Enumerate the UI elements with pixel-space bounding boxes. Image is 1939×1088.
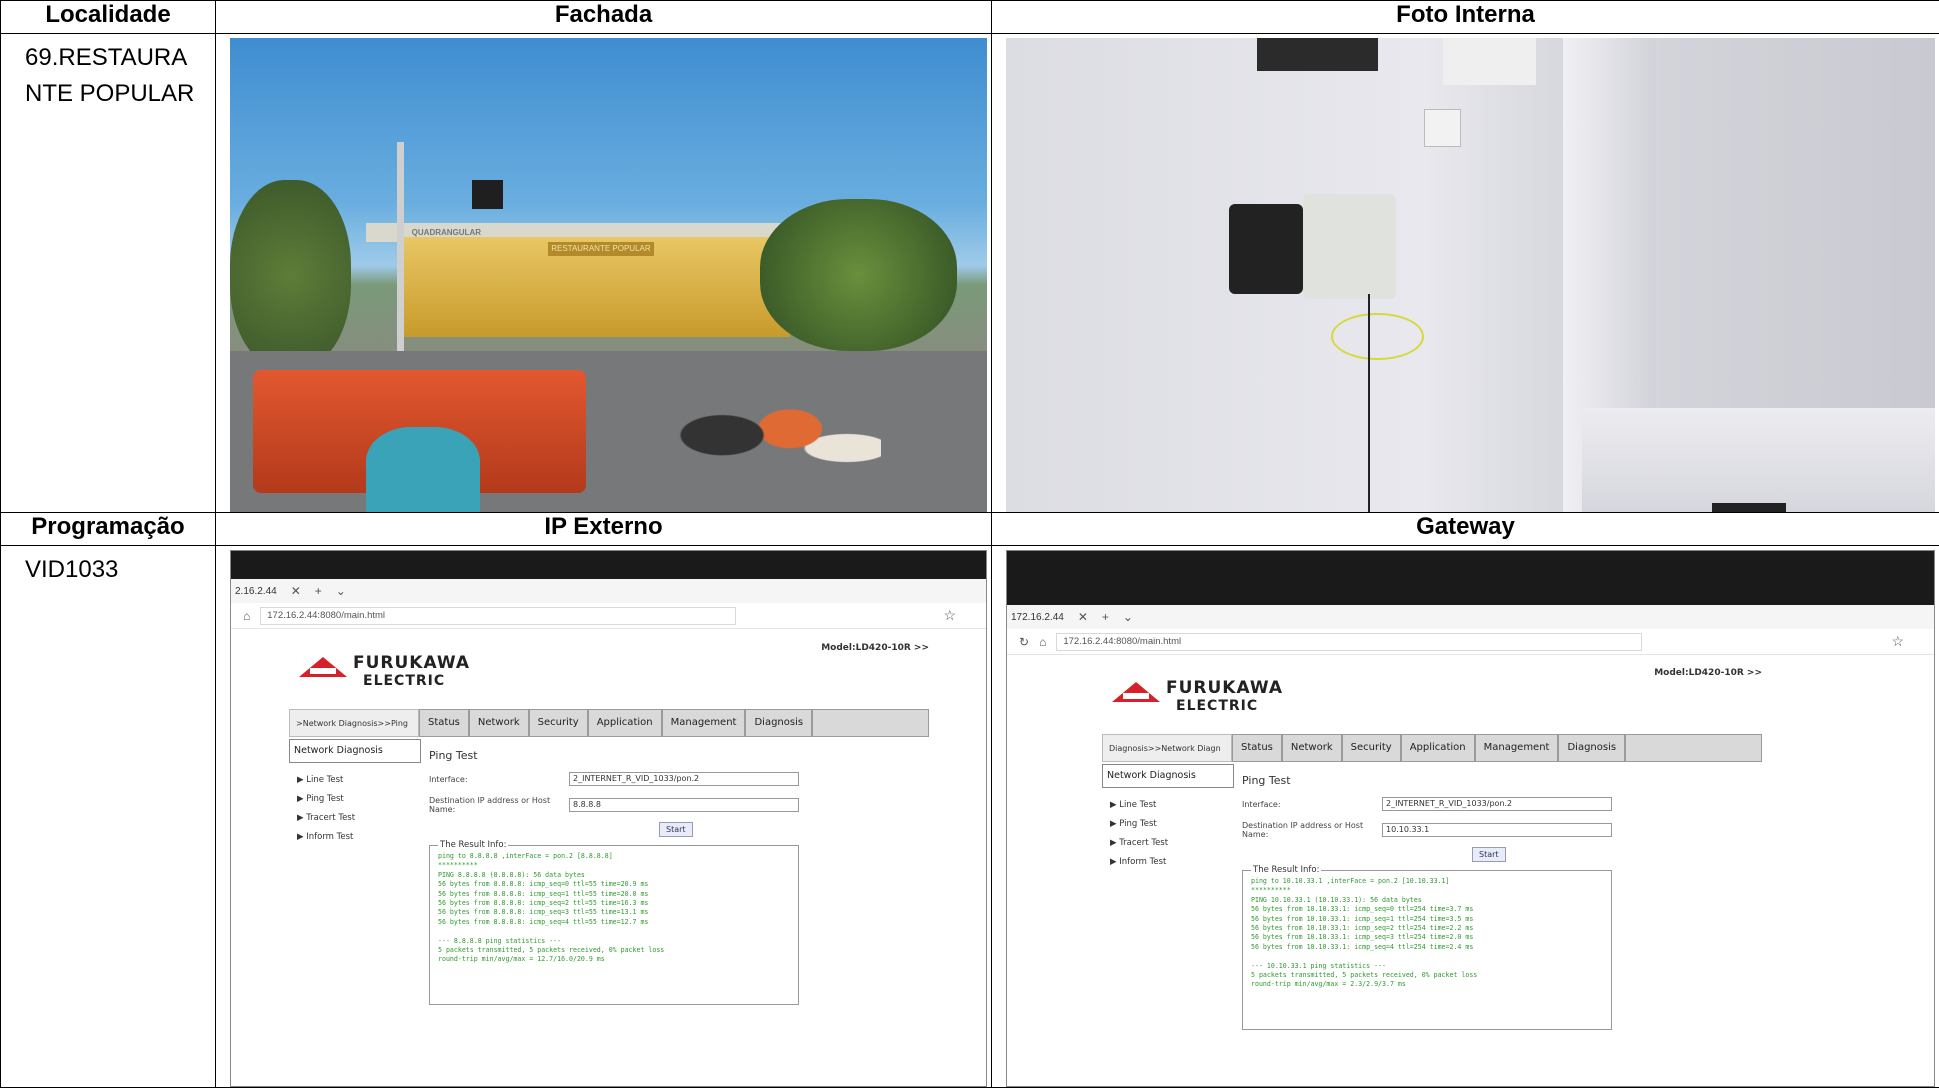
header-facade: Fachada <box>216 1 992 34</box>
breadcrumb: Diagnosis>>Network Diagn <box>1102 734 1232 762</box>
interface-label: Interface: <box>429 775 569 784</box>
start-button: Start <box>1472 847 1506 862</box>
interface-label: Interface: <box>1242 800 1382 809</box>
destination-field: 10.10.33.1 <box>1382 823 1612 837</box>
side-item-ping-test: ▶ Ping Test <box>297 790 421 809</box>
result-box: The Result Info: ping to 10.10.33.1 ,int… <box>1242 870 1612 1030</box>
menu-diagnosis: Diagnosis <box>745 709 812 737</box>
locality-value-line2: NTE POPULAR <box>25 76 201 112</box>
star-icon: ☆ <box>943 607 956 624</box>
address-bar: 172.16.2.44:8080/main.html <box>1056 633 1642 651</box>
destination-label: Destination IP address or Host Name: <box>429 796 569 814</box>
menu-management: Management <box>662 709 746 737</box>
side-item-tracert-test: ▶ Tracert Test <box>297 809 421 828</box>
refresh-icon: ↻ <box>1019 635 1029 649</box>
close-icon: ✕ <box>1078 610 1088 624</box>
breadcrumb: >Network Diagnosis>>Ping <box>289 709 419 737</box>
browser-tab: 2.16.2.44 <box>235 586 277 597</box>
facade-photo: RESTAURANTE POPULAR QUADRANGULAR <box>230 38 987 512</box>
logo-line2: ELECTRIC <box>363 673 445 689</box>
header-internal-photo: Foto Interna <box>992 1 1939 34</box>
destination-label: Destination IP address or Host Name: <box>1242 821 1382 839</box>
external-ip-screenshot: 2.16.2.44 ✕ + ⌄ ⌂ 172.16.2.44:8080/main.htm… <box>230 550 987 1087</box>
furukawa-logo: FURUKAWA ELECTRIC <box>299 651 459 695</box>
ping-panel: Ping Test Interface:2_INTERNET_R_VID_103… <box>1242 764 1762 1087</box>
star-icon: ☆ <box>1891 633 1904 650</box>
menu-security: Security <box>529 709 588 737</box>
menu-network: Network <box>469 709 529 737</box>
menu-network: Network <box>1282 734 1342 762</box>
furukawa-logo: FURUKAWA ELECTRIC <box>1112 676 1272 720</box>
header-programming: Programação <box>1 513 216 546</box>
logo-line1: FURUKAWA <box>1166 678 1283 698</box>
header-external-ip: IP Externo <box>216 513 992 546</box>
close-icon: ✕ <box>291 584 301 598</box>
header-locality: Localidade <box>1 1 216 34</box>
external-ip-screenshot-cell: 2.16.2.44 ✕ + ⌄ ⌂ 172.16.2.44:8080/main.htm… <box>216 546 992 1088</box>
header-gateway: Gateway <box>992 513 1939 546</box>
programming-value: VID1033 <box>1 546 216 1088</box>
facade-photo-cell: RESTAURANTE POPULAR QUADRANGULAR <box>216 34 992 513</box>
internal-photo-cell <box>992 34 1939 513</box>
menu-diagnosis: Diagnosis <box>1558 734 1625 762</box>
side-item-inform-test: ▶ Inform Test <box>1110 853 1234 872</box>
router-page: FURUKAWA ELECTRIC Model:LD420-10R >> >Ne… <box>289 639 929 1079</box>
plus-icon: + <box>1102 610 1109 624</box>
side-header: Network Diagnosis <box>1102 764 1234 788</box>
model-label: Model:LD420-10R >> <box>1654 668 1762 678</box>
chevron-down-icon: ⌄ <box>336 584 346 598</box>
side-item-tracert-test: ▶ Tracert Test <box>1110 834 1234 853</box>
side-item-ping-test: ▶ Ping Test <box>1110 815 1234 834</box>
menu-application: Application <box>588 709 662 737</box>
interface-select: 2_INTERNET_R_VID_1033/pon.2 <box>1382 797 1612 811</box>
gateway-screenshot-cell: 172.16.2.44 ✕ + ⌄ ↻ ⌂ 172.16.2.44:8080/main… <box>992 546 1939 1088</box>
chevron-down-icon: ⌄ <box>1123 610 1133 624</box>
gateway-screenshot: 172.16.2.44 ✕ + ⌄ ↻ ⌂ 172.16.2.44:8080/main… <box>1006 550 1935 1087</box>
model-label: Model:LD420-10R >> <box>821 643 929 653</box>
result-legend: The Result Info: <box>438 840 508 850</box>
menu-status: Status <box>1232 734 1282 762</box>
side-menu: Network Diagnosis ▶ Line Test ▶ Ping Tes… <box>1102 764 1234 872</box>
router-page: FURUKAWA ELECTRIC Model:LD420-10R >> Dia… <box>1102 664 1762 1087</box>
destination-field: 8.8.8.8 <box>569 798 799 812</box>
home-icon: ⌂ <box>243 609 250 623</box>
ping-title: Ping Test <box>429 749 929 762</box>
report-table: Localidade Fachada Foto Interna 69.RESTA… <box>0 0 1939 1088</box>
side-item-inform-test: ▶ Inform Test <box>297 828 421 847</box>
logo-line2: ELECTRIC <box>1176 698 1258 714</box>
ping-title: Ping Test <box>1242 774 1762 787</box>
result-box: The Result Info: ping to 8.8.8.8 ,interF… <box>429 845 799 1005</box>
address-bar: 172.16.2.44:8080/main.html <box>260 607 736 625</box>
ping-panel: Ping Test Interface:2_INTERNET_R_VID_103… <box>429 739 929 1079</box>
menu-application: Application <box>1401 734 1475 762</box>
side-item-line-test: ▶ Line Test <box>297 771 421 790</box>
side-item-line-test: ▶ Line Test <box>1110 796 1234 815</box>
locality-cell: 69.RESTAURA NTE POPULAR <box>1 34 216 513</box>
router-menu: Diagnosis>>Network Diagn Status Network … <box>1102 734 1762 762</box>
menu-management: Management <box>1475 734 1559 762</box>
result-output: ping to 8.8.8.8 ,interFace = pon.2 [8.8.… <box>438 852 790 965</box>
locality-value-line1: 69.RESTAURA <box>25 40 201 76</box>
internal-photo <box>1006 38 1935 512</box>
facade-sign-left: QUADRANGULAR <box>412 228 481 237</box>
logo-line1: FURUKAWA <box>353 653 470 673</box>
browser-tab: 172.16.2.44 <box>1011 612 1064 623</box>
side-header: Network Diagnosis <box>289 739 421 763</box>
plus-icon: + <box>315 584 322 598</box>
start-button: Start <box>659 822 693 837</box>
interface-select: 2_INTERNET_R_VID_1033/pon.2 <box>569 772 799 786</box>
result-output: ping to 10.10.33.1 ,interFace = pon.2 [1… <box>1251 877 1603 990</box>
home-icon: ⌂ <box>1039 635 1046 649</box>
menu-status: Status <box>419 709 469 737</box>
menu-security: Security <box>1342 734 1401 762</box>
side-menu: Network Diagnosis ▶ Line Test ▶ Ping Tes… <box>289 739 421 847</box>
facade-sign: RESTAURANTE POPULAR <box>548 242 654 256</box>
result-legend: The Result Info: <box>1251 865 1321 875</box>
router-menu: >Network Diagnosis>>Ping Status Network … <box>289 709 929 737</box>
